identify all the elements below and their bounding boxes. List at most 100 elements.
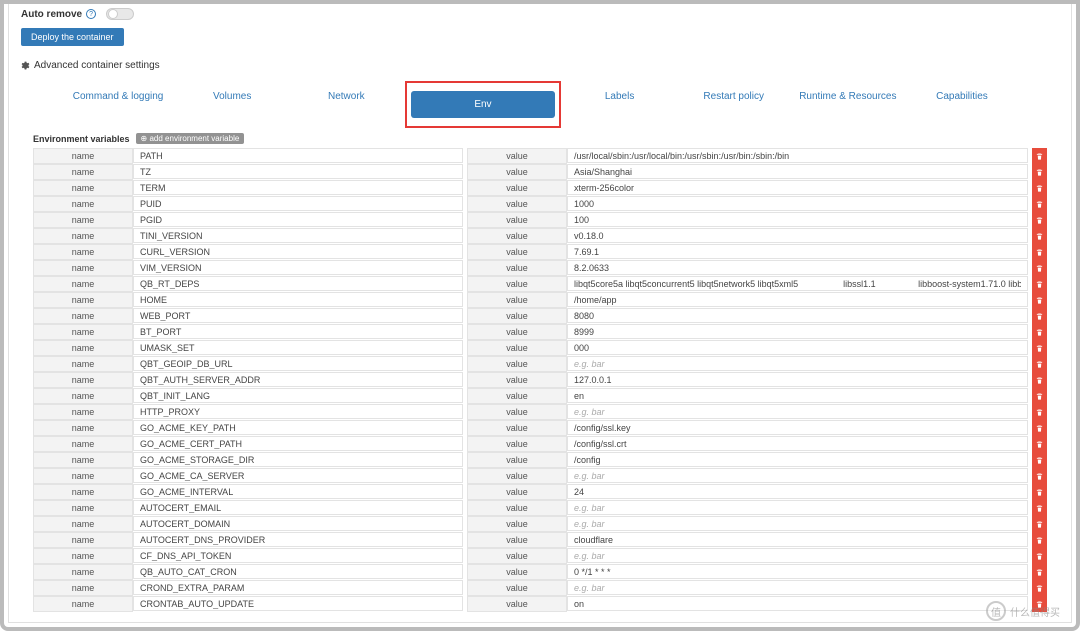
env-value-input[interactable] [567,164,1028,179]
env-name-input[interactable] [133,276,463,291]
env-name-input[interactable] [133,372,463,387]
env-value-input[interactable] [567,196,1028,211]
env-name-input[interactable] [133,548,463,563]
delete-env-button[interactable] [1032,308,1047,324]
env-value-input[interactable] [567,260,1028,275]
env-name-input[interactable] [133,356,463,371]
delete-env-button[interactable] [1032,340,1047,356]
env-name-input[interactable] [133,308,463,323]
env-name-input[interactable] [133,532,463,547]
env-value-input[interactable] [567,388,1028,403]
delete-env-button[interactable] [1032,468,1047,484]
env-name-input[interactable] [133,292,463,307]
tab-labels[interactable]: Labels [565,83,675,126]
env-value-input[interactable] [567,468,1028,483]
tab-command-logging[interactable]: Command & logging [63,83,173,126]
add-env-var-button[interactable]: ⊕ add environment variable [136,133,245,144]
env-name-input[interactable] [133,516,463,531]
delete-env-button[interactable] [1032,500,1047,516]
tab-capabilities[interactable]: Capabilities [907,83,1017,126]
env-name-input[interactable] [133,244,463,259]
delete-env-button[interactable] [1032,228,1047,244]
delete-env-button[interactable] [1032,452,1047,468]
env-name-input[interactable] [133,324,463,339]
env-value-input[interactable] [567,356,1028,371]
env-name-input[interactable] [133,468,463,483]
delete-env-button[interactable] [1032,372,1047,388]
delete-env-button[interactable] [1032,212,1047,228]
env-value-input[interactable] [567,580,1028,595]
env-value-input[interactable] [567,404,1028,419]
env-name-input[interactable] [133,212,463,227]
env-name-input[interactable] [133,420,463,435]
auto-remove-toggle[interactable] [106,8,134,20]
delete-env-button[interactable] [1032,244,1047,260]
env-value-input[interactable] [567,340,1028,355]
delete-env-button[interactable] [1032,324,1047,340]
env-name-input[interactable] [133,436,463,451]
env-name-input[interactable] [133,340,463,355]
env-value-input[interactable] [567,596,1028,611]
env-name-input[interactable] [133,388,463,403]
env-name-input[interactable] [133,580,463,595]
env-value-input[interactable] [567,420,1028,435]
env-value-input[interactable] [567,532,1028,547]
tab-restart-policy[interactable]: Restart policy [679,83,789,126]
env-value-input[interactable] [567,324,1028,339]
tab-volumes[interactable]: Volumes [177,83,287,126]
delete-env-button[interactable] [1032,276,1047,292]
env-name-input[interactable] [133,180,463,195]
env-name-input[interactable] [133,404,463,419]
env-value-input[interactable] [567,564,1028,579]
env-name-input[interactable] [133,500,463,515]
delete-env-button[interactable] [1032,548,1047,564]
advanced-settings-toggle[interactable]: Advanced container settings [21,60,1059,71]
delete-env-button[interactable] [1032,420,1047,436]
env-name-input[interactable] [133,228,463,243]
delete-env-button[interactable] [1032,580,1047,596]
env-value-input[interactable] [567,372,1028,387]
delete-env-button[interactable] [1032,516,1047,532]
delete-env-button[interactable] [1032,356,1047,372]
env-value-input[interactable] [567,484,1028,499]
tab-network[interactable]: Network [291,83,401,126]
env-name-input[interactable] [133,196,463,211]
env-value-input[interactable] [567,244,1028,259]
tab-env[interactable]: Env [411,91,554,118]
env-value-label: value [467,484,567,500]
env-value-input[interactable] [567,548,1028,563]
delete-env-button[interactable] [1032,436,1047,452]
env-value-input[interactable] [567,500,1028,515]
delete-env-button[interactable] [1032,404,1047,420]
delete-env-button[interactable] [1032,196,1047,212]
env-name-input[interactable] [133,148,463,163]
delete-env-button[interactable] [1032,180,1047,196]
delete-env-button[interactable] [1032,260,1047,276]
env-name-input[interactable] [133,564,463,579]
env-name-input[interactable] [133,452,463,467]
env-value-input[interactable] [567,516,1028,531]
delete-env-button[interactable] [1032,532,1047,548]
env-value-input[interactable] [567,436,1028,451]
delete-env-button[interactable] [1032,148,1047,164]
delete-env-button[interactable] [1032,292,1047,308]
env-value-input[interactable] [567,228,1028,243]
env-name-input[interactable] [133,484,463,499]
help-icon[interactable]: ? [86,9,96,19]
deploy-button[interactable]: Deploy the container [21,28,124,46]
delete-env-button[interactable] [1032,164,1047,180]
env-name-input[interactable] [133,164,463,179]
env-value-input[interactable] [567,276,1028,291]
delete-env-button[interactable] [1032,564,1047,580]
env-value-input[interactable] [567,308,1028,323]
env-value-input[interactable] [567,292,1028,307]
env-name-input[interactable] [133,260,463,275]
env-value-input[interactable] [567,148,1028,163]
env-name-input[interactable] [133,596,463,611]
delete-env-button[interactable] [1032,484,1047,500]
env-value-input[interactable] [567,180,1028,195]
tab-runtime-resources[interactable]: Runtime & Resources [793,83,903,126]
env-value-input[interactable] [567,452,1028,467]
delete-env-button[interactable] [1032,388,1047,404]
env-value-input[interactable] [567,212,1028,227]
